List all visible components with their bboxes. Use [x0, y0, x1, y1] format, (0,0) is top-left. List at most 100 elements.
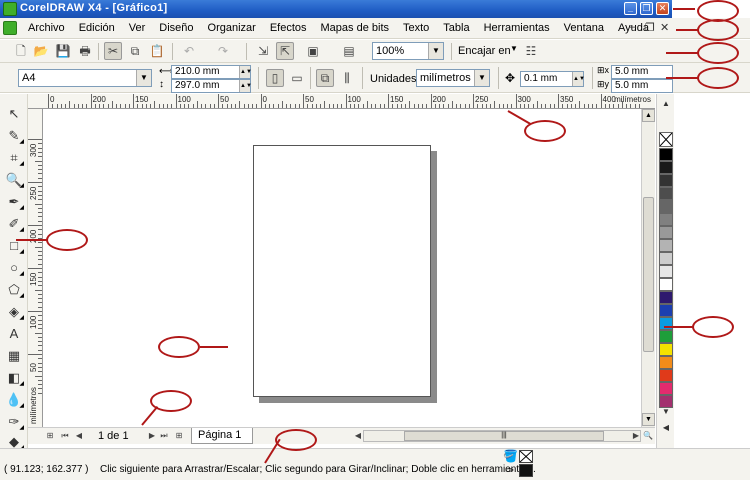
color-swatch[interactable]: [659, 161, 673, 174]
color-swatch[interactable]: [659, 343, 673, 356]
horizontal-scrollbar[interactable]: |||: [363, 430, 641, 442]
doc-restore-button[interactable]: ❐: [645, 21, 655, 34]
first-page-icon[interactable]: ⏮: [59, 430, 71, 442]
pick-tool-icon[interactable]: ↖: [4, 104, 24, 124]
menu-organizar[interactable]: Organizar: [208, 22, 256, 34]
color-swatch[interactable]: [659, 187, 673, 200]
previous-page-icon[interactable]: ◀: [73, 430, 85, 442]
open-folder-icon[interactable]: 📂: [32, 42, 50, 60]
freehand-tool-icon[interactable]: ✒ ◢: [4, 192, 24, 212]
document-icon[interactable]: [3, 21, 17, 35]
outline-pen-tool-icon[interactable]: ✑ ◢: [4, 412, 24, 432]
doc-close-button[interactable]: ✕: [660, 21, 669, 34]
color-swatch[interactable]: [659, 213, 673, 226]
page-height-field[interactable]: 297.0 mm ▲▼: [171, 79, 252, 93]
color-swatch[interactable]: [659, 239, 673, 252]
ellipse-tool-icon[interactable]: ○ ◢: [4, 258, 24, 278]
import-icon[interactable]: ⇲: [254, 42, 272, 60]
horizontal-scroll-thumb[interactable]: |||: [404, 431, 604, 441]
menu-edicion[interactable]: Edición: [79, 22, 115, 34]
menu-texto[interactable]: Texto: [403, 22, 429, 34]
palette-expand-icon[interactable]: ◀: [659, 422, 673, 434]
copy-icon[interactable]: ⧉: [126, 42, 144, 60]
crop-tool-icon[interactable]: ⌗ ◢: [4, 148, 24, 168]
paste-icon[interactable]: 📋: [148, 42, 166, 60]
zoom-navigator-icon[interactable]: 🔍: [642, 430, 654, 442]
portrait-icon[interactable]: ▯: [266, 69, 284, 87]
duplicate-y-field[interactable]: 5.0 mm: [611, 79, 673, 93]
text-tool-icon[interactable]: A: [4, 324, 24, 344]
doc-minimize-button[interactable]: –: [630, 21, 636, 33]
color-swatch[interactable]: [659, 291, 673, 304]
outline-color-indicator[interactable]: [519, 464, 533, 477]
menu-ver[interactable]: Ver: [129, 22, 146, 34]
color-swatch[interactable]: [659, 148, 673, 161]
horizontal-ruler[interactable]: milímetros 0 200 150 100 50 0 50 100 150 200 250 30…: [28, 94, 655, 109]
no-color-swatch[interactable]: [659, 132, 673, 147]
menu-mapas-de-bits[interactable]: Mapas de bits: [321, 22, 389, 34]
color-swatch[interactable]: [659, 200, 673, 213]
last-page-icon[interactable]: ⏭: [158, 430, 170, 442]
color-swatch[interactable]: [659, 382, 673, 395]
welcome-screen-icon[interactable]: ▤: [340, 42, 358, 60]
color-swatch[interactable]: [659, 317, 673, 330]
minimize-button[interactable]: _: [624, 2, 637, 15]
menu-efectos[interactable]: Efectos: [270, 22, 307, 34]
a4-page[interactable]: [253, 145, 431, 397]
menu-ventana[interactable]: Ventana: [564, 22, 604, 34]
basic-shapes-tool-icon[interactable]: ◈ ◢: [4, 302, 24, 322]
color-swatch[interactable]: [659, 174, 673, 187]
nudge-distance-field[interactable]: 0.1 mm ▲▼: [520, 71, 585, 87]
menu-herramientas[interactable]: Herramientas: [484, 22, 550, 34]
close-button[interactable]: ✕: [656, 2, 669, 15]
units-select[interactable]: milímetros ▼: [416, 69, 490, 87]
zoom-level-select[interactable]: 100% ▼: [372, 42, 444, 60]
smart-fill-tool-icon[interactable]: ✐ ◢: [4, 214, 24, 234]
zoom-tool-icon[interactable]: 🔍 ◢: [4, 170, 24, 190]
color-swatch[interactable]: [659, 369, 673, 382]
color-swatch[interactable]: [659, 278, 673, 291]
scroll-right-icon[interactable]: ▶: [630, 430, 642, 442]
menu-tabla[interactable]: Tabla: [443, 22, 469, 34]
page-width-field[interactable]: 210.0 mm ▲▼: [171, 65, 252, 79]
blend-tool-icon[interactable]: ◧ ◢: [4, 368, 24, 388]
options-icon[interactable]: ☷: [522, 42, 540, 60]
snap-to-dropdown[interactable]: Encajar en: [458, 45, 511, 57]
color-swatch[interactable]: [659, 330, 673, 343]
new-document-icon[interactable]: 🗋: [12, 42, 30, 60]
tab-pagina-1[interactable]: Página 1: [191, 428, 253, 444]
menu-archivo[interactable]: Archivo: [28, 22, 65, 34]
color-swatch[interactable]: [659, 265, 673, 278]
vertical-scroll-thumb[interactable]: [643, 197, 654, 352]
vertical-scrollbar[interactable]: ▲ ▼: [641, 109, 655, 427]
fill-color-indicator[interactable]: [519, 450, 533, 463]
drawing-canvas[interactable]: [43, 109, 641, 427]
landscape-icon[interactable]: ▭: [288, 69, 306, 87]
color-swatch[interactable]: [659, 356, 673, 369]
paper-size-select[interactable]: A4 ▼: [18, 69, 152, 87]
vertical-ruler[interactable]: milímetros 300 250 200 150 100 50: [28, 109, 43, 427]
color-swatch[interactable]: [659, 252, 673, 265]
add-page-before-icon[interactable]: ⊞: [44, 430, 56, 442]
color-swatch[interactable]: [659, 304, 673, 317]
add-page-after-icon[interactable]: ⊞: [173, 430, 185, 442]
next-page-icon[interactable]: ▶: [146, 430, 158, 442]
table-tool-icon[interactable]: ▦: [4, 346, 24, 366]
scroll-down-icon[interactable]: ▼: [642, 413, 655, 426]
export-icon[interactable]: ⇱: [276, 42, 294, 60]
color-swatch[interactable]: [659, 226, 673, 239]
print-icon[interactable]: 🖶: [76, 42, 94, 60]
current-page-icon[interactable]: ⫼: [338, 69, 356, 87]
cut-icon[interactable]: ✂: [104, 42, 122, 60]
redo-icon[interactable]: ↷: [214, 42, 232, 60]
application-launcher-icon[interactable]: ▣: [304, 42, 322, 60]
shape-tool-icon[interactable]: ✎ ◢: [4, 126, 24, 146]
save-icon[interactable]: 💾: [54, 42, 72, 60]
duplicate-x-field[interactable]: 5.0 mm: [611, 65, 673, 79]
undo-icon[interactable]: ↶: [180, 42, 198, 60]
all-pages-icon[interactable]: ⧉: [316, 69, 334, 87]
chevron-down-icon[interactable]: ▼: [510, 44, 518, 53]
palette-scroll-up-icon[interactable]: ▲: [659, 98, 673, 110]
maximize-button[interactable]: ❐: [640, 2, 653, 15]
eyedropper-tool-icon[interactable]: 💧 ◢: [4, 390, 24, 410]
